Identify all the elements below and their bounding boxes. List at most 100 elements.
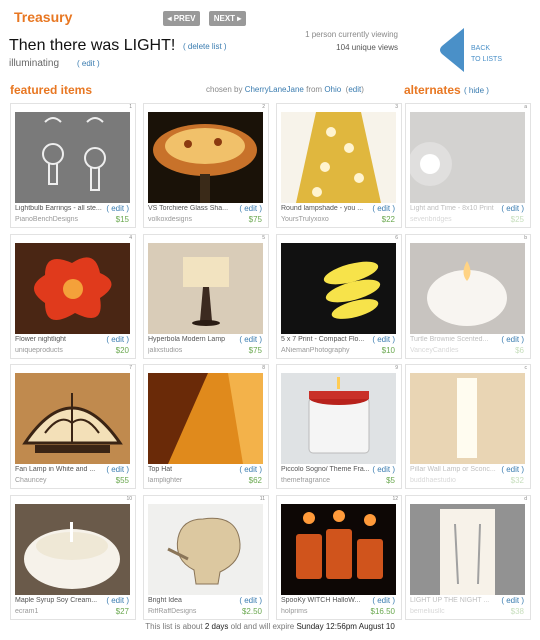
featured-item-card[interactable]: 10 Maple Syrup Soy Cream...( edit ) ecram1… <box>10 495 136 620</box>
back-arrow-icon[interactable] <box>438 28 466 72</box>
featured-edit-link[interactable]: edit <box>348 85 361 94</box>
item-edit-link[interactable]: ( edit ) <box>501 596 524 605</box>
item-shop[interactable]: volkoxdesigns <box>148 216 238 223</box>
item-shop[interactable]: YoursTrulyxoxo <box>281 216 371 223</box>
item-edit-link[interactable]: ( edit ) <box>106 335 129 344</box>
item-title[interactable]: Hyperbola Modern Lamp <box>148 336 243 343</box>
item-image[interactable] <box>281 504 396 595</box>
chosen-by-line: chosen by CherryLaneJane from Ohio (edit… <box>206 85 364 94</box>
featured-item-card[interactable]: 1 Lightbulb Earrings - all ste...( edit )… <box>10 103 136 228</box>
alternate-item-card[interactable]: b Turtle Brownie Scented...( edit ) Vancey… <box>405 234 531 359</box>
alternate-item-card[interactable]: d LIGHT UP THE NIGHT ...( edit ) bemeliusl… <box>405 495 531 620</box>
featured-item-card[interactable]: 6 5 x 7 Print - Compact Flo...( edit ) ANi… <box>276 234 402 359</box>
item-title[interactable]: Top Hat <box>148 466 243 473</box>
item-edit-link[interactable]: ( edit ) <box>239 465 262 474</box>
item-edit-link[interactable]: ( edit ) <box>239 596 262 605</box>
item-title[interactable]: Turtle Brownie Scented... <box>410 336 505 343</box>
featured-item-card[interactable]: 12 SpooKy WITCH HalloW...( edit ) holprims… <box>276 495 402 620</box>
item-image[interactable] <box>148 373 263 464</box>
location-link[interactable]: Ohio <box>324 85 341 94</box>
item-price: $32 <box>510 476 524 485</box>
item-number: 8 <box>262 365 265 371</box>
item-edit-link[interactable]: ( edit ) <box>106 204 129 213</box>
item-image[interactable] <box>15 373 130 464</box>
delete-list-label[interactable]: delete list <box>188 42 222 51</box>
back-to-lists-link[interactable]: BACK TO LISTS <box>471 43 502 65</box>
item-shop[interactable]: lamplighter <box>148 477 238 484</box>
item-title[interactable]: SpooKy WITCH HalloW... <box>281 597 376 604</box>
item-edit-link[interactable]: ( edit ) <box>239 204 262 213</box>
item-image[interactable] <box>148 504 263 595</box>
item-image[interactable] <box>281 243 396 334</box>
item-edit-link[interactable]: ( edit ) <box>372 465 395 474</box>
item-shop[interactable]: sevenbridges <box>410 216 500 223</box>
item-title[interactable]: Pillar Wall Lamp or Sconc... <box>410 466 505 473</box>
item-shop[interactable]: ecram1 <box>15 608 105 615</box>
alternate-item-card[interactable]: a Light and Time - 8x10 Print( edit ) seve… <box>405 103 531 228</box>
featured-item-card[interactable]: 9 Piccolo Sogno/ Theme Fra...( edit ) them… <box>276 364 402 489</box>
item-edit-link[interactable]: ( edit ) <box>239 335 262 344</box>
alternate-item-card[interactable]: c Pillar Wall Lamp or Sconc...( edit ) bud… <box>405 364 531 489</box>
item-image[interactable] <box>15 243 130 334</box>
featured-item-card[interactable]: 7 Fan Lamp in White and ...( edit ) Chaunc… <box>10 364 136 489</box>
item-shop[interactable]: PianoBenchDesigns <box>15 216 105 223</box>
item-title[interactable]: 5 x 7 Print - Compact Flo... <box>281 336 376 343</box>
item-edit-link[interactable]: ( edit ) <box>501 465 524 474</box>
featured-item-card[interactable]: 11 Bright Idea( edit ) RiffRaffDesigns $2.5… <box>143 495 269 620</box>
curator-link[interactable]: CherryLaneJane <box>245 85 304 94</box>
item-edit-link[interactable]: ( edit ) <box>372 596 395 605</box>
item-shop[interactable]: themefragrance <box>281 477 371 484</box>
item-shop[interactable]: RiffRaffDesigns <box>148 608 238 615</box>
item-shop[interactable]: VanceyCandles <box>410 347 500 354</box>
item-title[interactable]: LIGHT UP THE NIGHT ... <box>410 597 505 604</box>
item-shop[interactable]: holprims <box>281 608 371 615</box>
hide-label[interactable]: hide <box>469 86 484 95</box>
item-edit-link[interactable]: ( edit ) <box>106 465 129 474</box>
item-image[interactable] <box>410 373 525 464</box>
item-title[interactable]: Fan Lamp in White and ... <box>15 466 110 473</box>
item-price: $38 <box>510 607 524 616</box>
item-image[interactable] <box>148 243 263 334</box>
item-image[interactable] <box>15 504 130 595</box>
item-title[interactable]: Flower nightlight <box>15 336 110 343</box>
item-title[interactable]: Maple Syrup Soy Cream... <box>15 597 110 604</box>
item-edit-link[interactable]: ( edit ) <box>501 204 524 213</box>
item-title[interactable]: VS Torchiere Glass Sha... <box>148 205 243 212</box>
item-shop[interactable]: bemeliusllc <box>410 608 500 615</box>
item-image[interactable] <box>410 243 525 334</box>
subtitle-edit-link[interactable]: ( edit ) <box>77 59 100 68</box>
item-shop[interactable]: uniqueproducts <box>15 347 105 354</box>
featured-item-card[interactable]: 2 VS Torchiere Glass Sha...( edit ) volkox… <box>143 103 269 228</box>
item-title[interactable]: Piccolo Sogno/ Theme Fra... <box>281 466 376 473</box>
item-image[interactable] <box>281 373 396 464</box>
item-edit-link[interactable]: ( edit ) <box>372 204 395 213</box>
back-label[interactable]: BACK <box>471 43 502 54</box>
item-image[interactable] <box>281 112 396 203</box>
item-image[interactable] <box>410 112 525 203</box>
item-shop[interactable]: buddhaestudio <box>410 477 500 484</box>
item-title[interactable]: Bright Idea <box>148 597 243 604</box>
item-title[interactable]: Round lampshade - you ... <box>281 205 376 212</box>
item-shop[interactable]: Chauncey <box>15 477 105 484</box>
item-edit-link[interactable]: ( edit ) <box>106 596 129 605</box>
item-number: 5 <box>262 235 265 241</box>
subtitle-edit-label[interactable]: edit <box>82 59 95 68</box>
next-button[interactable]: NEXT ▸ <box>209 11 246 26</box>
featured-item-card[interactable]: 8 Top Hat( edit ) lamplighter $62 <box>143 364 269 489</box>
item-shop[interactable]: ANiemanPhotography <box>281 347 371 354</box>
item-title[interactable]: Lightbulb Earrings - all ste... <box>15 205 110 212</box>
prev-button[interactable]: ◂ PREV <box>163 11 200 26</box>
item-image[interactable] <box>148 112 263 203</box>
item-edit-link[interactable]: ( edit ) <box>501 335 524 344</box>
delete-list-link[interactable]: ( delete list ) <box>183 42 227 51</box>
featured-item-card[interactable]: 4 Flower nightlight( edit ) uniqueproducts… <box>10 234 136 359</box>
featured-item-card[interactable]: 3 Round lampshade - you ...( edit ) YoursT… <box>276 103 402 228</box>
item-edit-link[interactable]: ( edit ) <box>372 335 395 344</box>
item-title[interactable]: Light and Time - 8x10 Print <box>410 205 505 212</box>
hide-alternates-link[interactable]: ( hide ) <box>464 86 489 95</box>
item-image[interactable] <box>410 504 525 595</box>
to-lists-label[interactable]: TO LISTS <box>471 54 502 65</box>
item-shop[interactable]: jalixstudios <box>148 347 238 354</box>
featured-item-card[interactable]: 5 Hyperbola Modern Lamp( edit ) jalixstudi… <box>143 234 269 359</box>
item-image[interactable] <box>15 112 130 203</box>
